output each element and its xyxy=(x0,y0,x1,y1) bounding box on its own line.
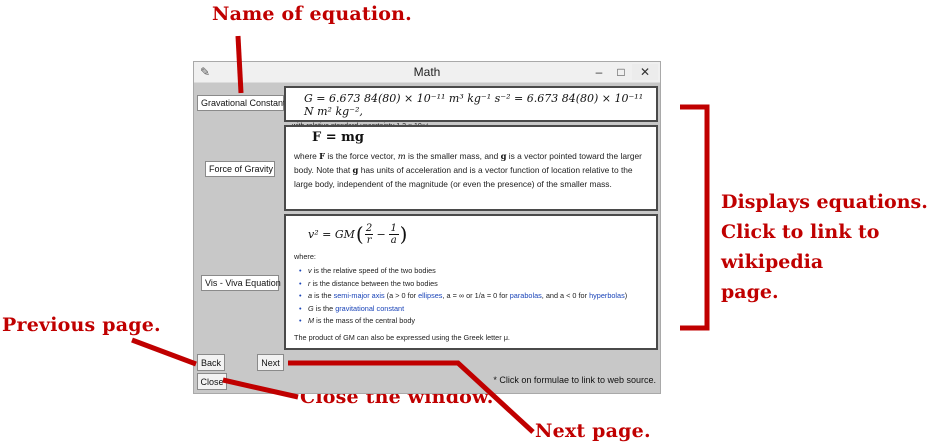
equation-panel-vis-viva[interactable]: v² = GM ( 2 r − 1 a ) where: v is the re… xyxy=(284,214,658,350)
vis-viva-footer: The product of GM can also be expressed … xyxy=(294,332,510,342)
open-paren: ( xyxy=(355,222,364,246)
math-window: ✎ Math – □ ✕ Gravational Constant Force … xyxy=(193,61,661,394)
force-description: where F is the force vector, m is the sm… xyxy=(294,149,648,191)
link-parabolas[interactable]: parabolas xyxy=(510,291,542,300)
close-paren: ) xyxy=(399,222,408,246)
next-button[interactable]: Next xyxy=(257,354,284,371)
list-item: v is the relative speed of the two bodie… xyxy=(299,265,648,278)
link-ellipses[interactable]: ellipses xyxy=(418,291,442,300)
list-item: r is the distance between the two bodies xyxy=(299,278,648,291)
annotation-displays-equations: Displays equations. Click to link to wik… xyxy=(721,187,932,307)
minus-sign: − xyxy=(376,227,386,241)
item-text: (a > 0 for xyxy=(384,291,419,300)
list-item: a is the semi-major axis (a > 0 for elli… xyxy=(299,290,648,303)
formula-lhs: v² = GM xyxy=(308,227,355,241)
annotation-line: page. xyxy=(721,281,779,303)
fraction-numerator: 2 xyxy=(365,222,373,234)
back-button[interactable]: Back xyxy=(197,354,225,371)
item-text: is the xyxy=(313,303,336,313)
annotation-line: Displays equations. xyxy=(721,191,928,213)
close-window-button[interactable]: ✕ xyxy=(632,64,658,80)
fraction-denominator: r xyxy=(364,233,374,246)
annotation-next-page: Next page. xyxy=(535,420,651,442)
maximize-button[interactable]: □ xyxy=(612,64,630,80)
annotation-previous-page: Previous page. xyxy=(2,314,161,336)
formula-vis-viva[interactable]: v² = GM ( 2 r − 1 a ) xyxy=(294,219,648,249)
equation-name-vis-viva: Vis - Viva Equation xyxy=(201,275,281,291)
equation-name-force-of-gravity: Force of Gravity xyxy=(205,161,275,177)
item-text: is the relative speed of the two bodies xyxy=(311,266,436,275)
desc-text: is the smaller mass, and xyxy=(405,151,501,161)
item-text: , and a < 0 for xyxy=(541,291,590,300)
equation-panel-gravitational-constant[interactable]: G = 6.673 84(80) × 10⁻¹¹ m³ kg⁻¹ s⁻² = 6… xyxy=(284,86,658,130)
fraction: 1 a xyxy=(388,222,399,246)
close-button[interactable]: Close xyxy=(197,373,227,390)
annotation-line: Click to link to wikipedia xyxy=(721,221,880,273)
fraction-numerator: 1 xyxy=(390,222,397,234)
item-text: , a = ∞ or 1/a = 0 for xyxy=(442,291,510,300)
list-item: M is the mass of the central body xyxy=(299,315,648,328)
link-gravitational-constant[interactable]: gravitational constant xyxy=(335,304,404,313)
arrow-previous-page xyxy=(131,337,197,367)
item-text: is the mass of the central body xyxy=(314,316,416,325)
link-semi-major-axis[interactable]: semi-major axis xyxy=(334,291,385,300)
list-item: G is the gravitational constant xyxy=(299,303,648,316)
where-label: where: xyxy=(294,252,316,261)
bracket-displays-equations xyxy=(680,104,710,331)
item-text: is the distance between the two bodies xyxy=(310,278,438,288)
item-text: is the xyxy=(312,291,334,300)
desc-var: m xyxy=(397,151,406,161)
link-hyperbolas[interactable]: hyperbolas xyxy=(589,291,625,300)
title-bar[interactable]: ✎ Math – □ ✕ xyxy=(194,62,660,83)
formula-gravitational-constant[interactable]: G = 6.673 84(80) × 10⁻¹¹ m³ kg⁻¹ s⁻² = 6… xyxy=(292,92,650,118)
fraction: 2 r xyxy=(364,222,374,246)
item-text: ) xyxy=(624,291,628,300)
desc-text: is the force vector, xyxy=(325,151,398,161)
fraction-denominator: a xyxy=(388,233,399,246)
desc-text: where xyxy=(294,151,320,161)
equation-panel-force-of-gravity[interactable]: F = mg where F is the force vector, m is… xyxy=(284,125,658,211)
variable-list: v is the relative speed of the two bodie… xyxy=(294,265,648,328)
formula-force-of-gravity[interactable]: F = mg xyxy=(294,130,648,145)
equation-name-gravitational-constant: Gravational Constant xyxy=(197,95,286,111)
annotation-name-of-equation: Name of equation. xyxy=(212,3,412,25)
footnote: * Click on formulae to link to web sourc… xyxy=(493,375,656,385)
minimize-button[interactable]: – xyxy=(590,64,608,80)
